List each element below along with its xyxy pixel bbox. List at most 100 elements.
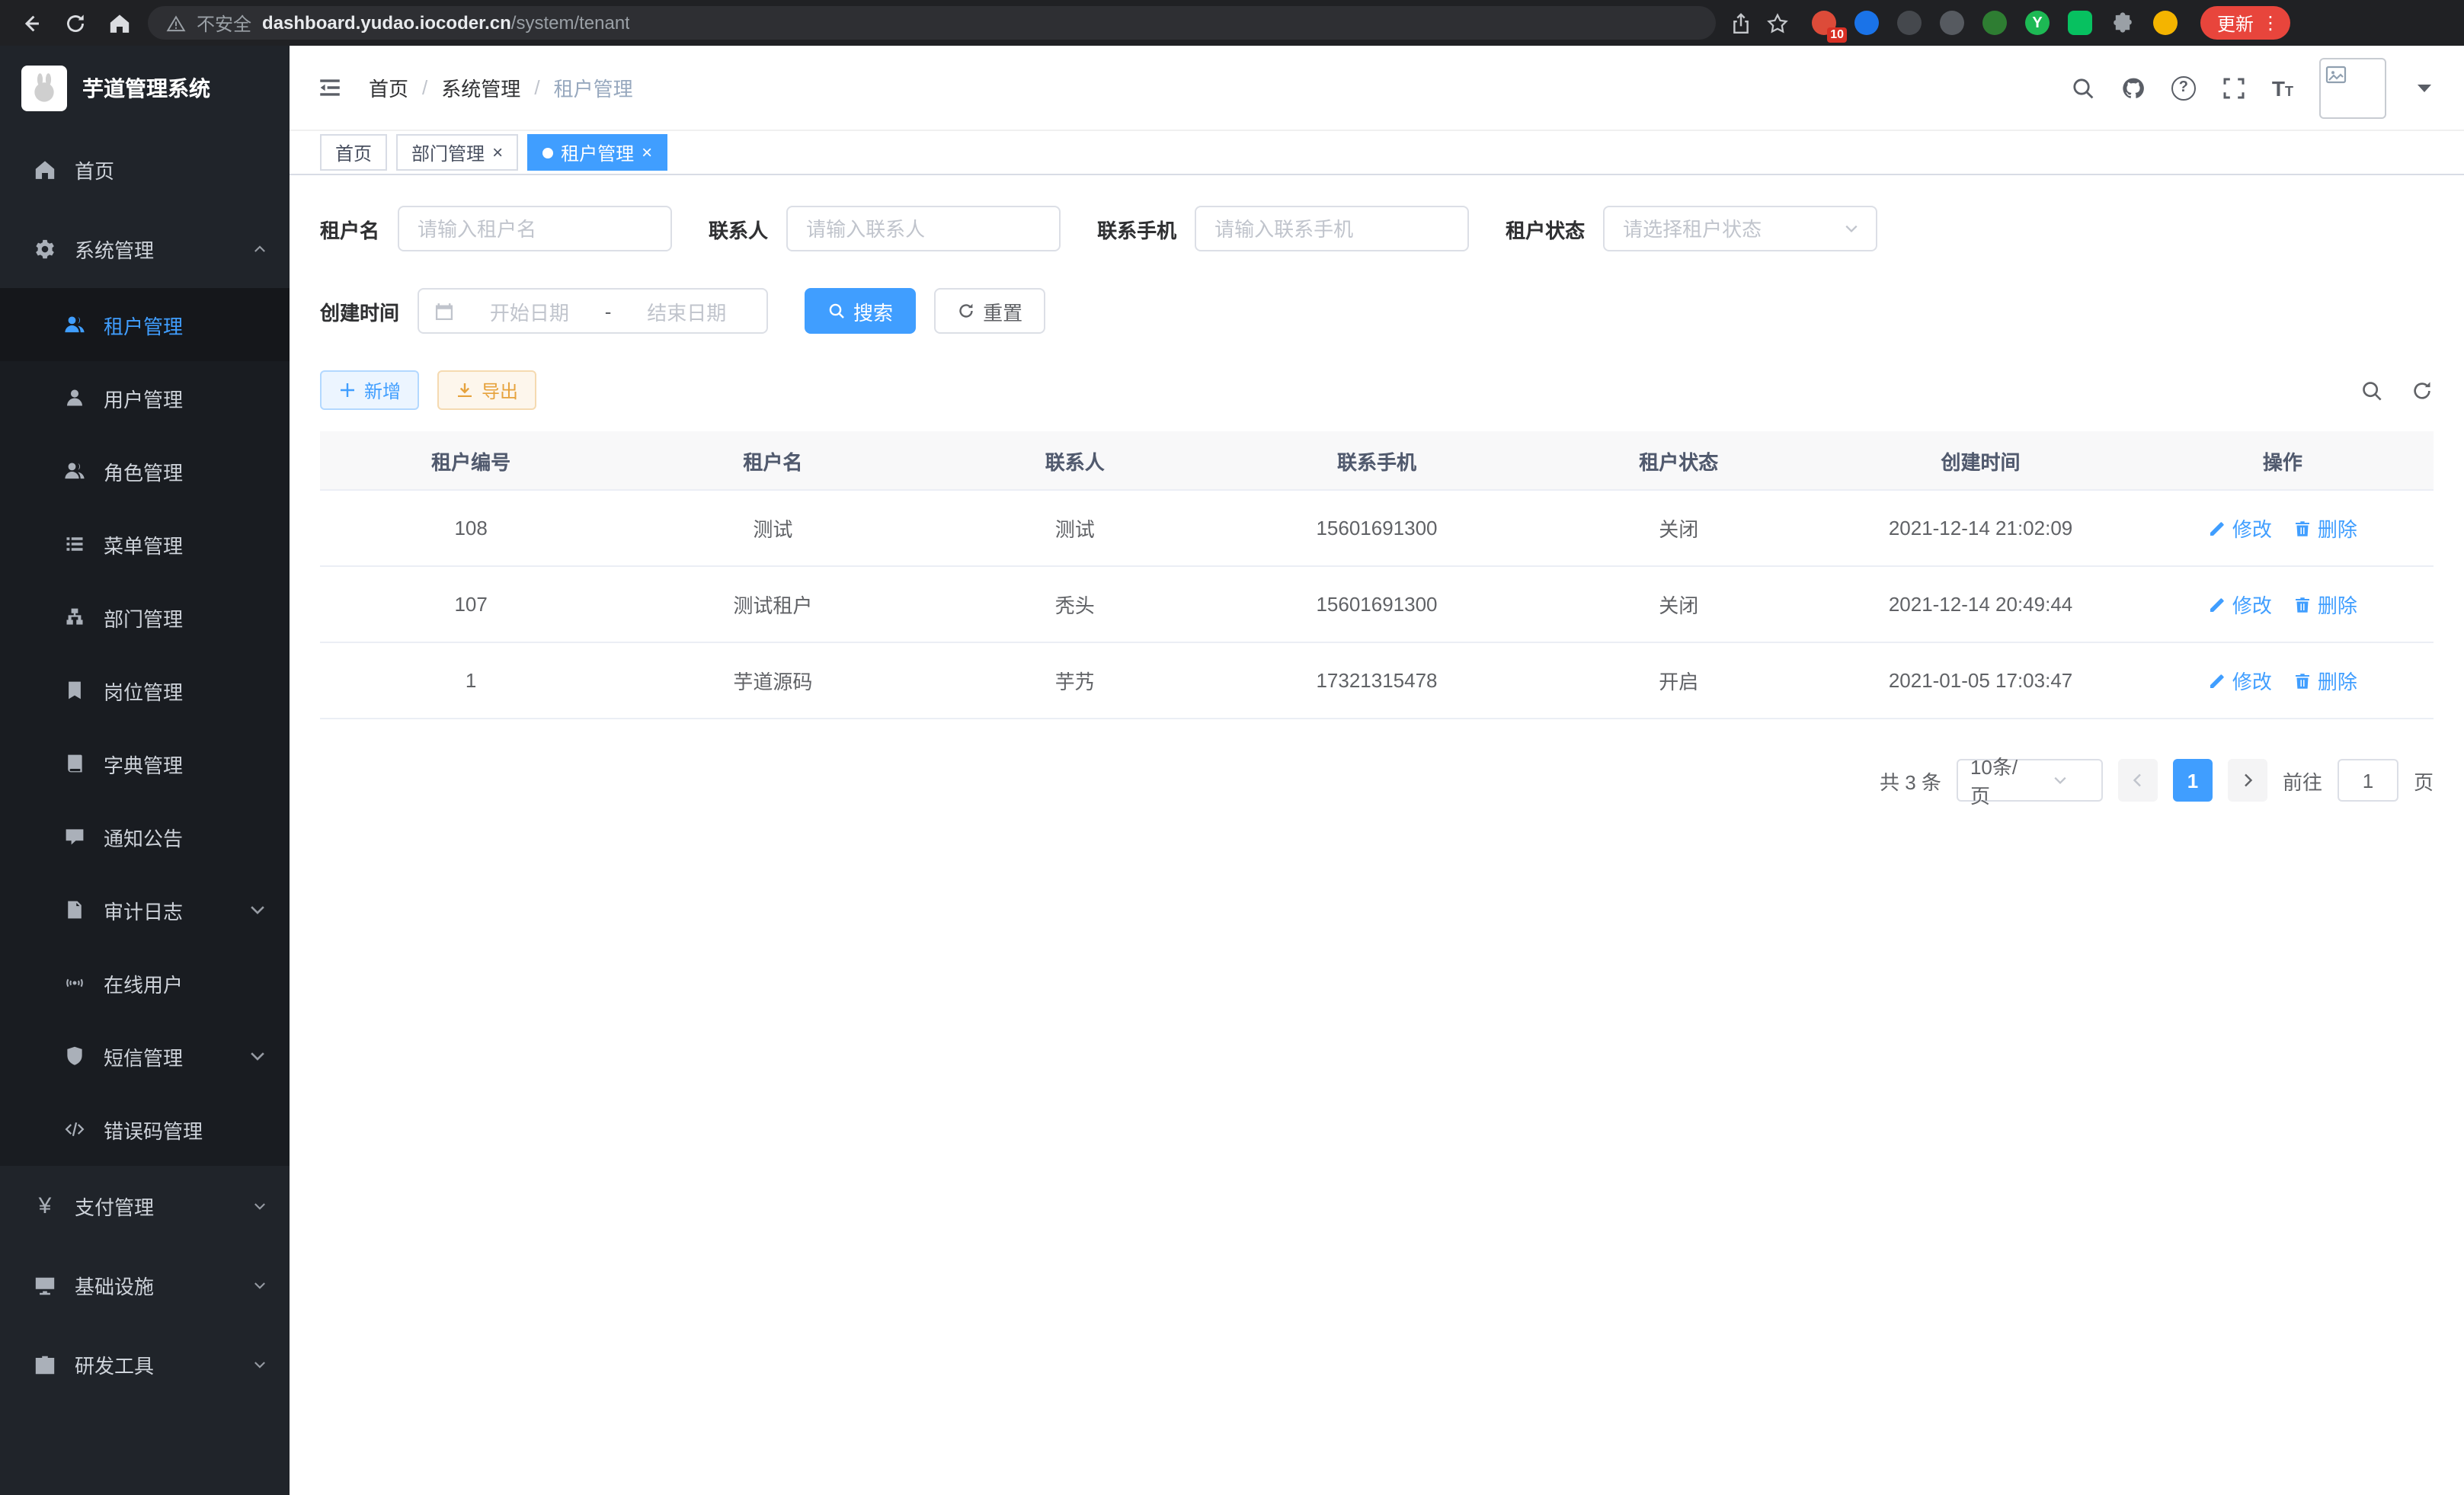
users-icon <box>64 314 85 335</box>
security-label[interactable]: 不安全 <box>197 10 251 36</box>
search-button[interactable]: 搜索 <box>805 288 916 334</box>
extension-dark-2[interactable] <box>1940 11 1964 35</box>
page-number-1[interactable]: 1 <box>2173 759 2213 802</box>
chat-icon <box>64 826 85 847</box>
sidebar-item-tenant[interactable]: 租户管理 <box>0 288 290 361</box>
extension-blue[interactable] <box>1854 11 1879 35</box>
collapse-sidebar-icon[interactable] <box>317 75 343 101</box>
sidebar-item-dev-tool[interactable]: 研发工具 <box>0 1324 290 1404</box>
refresh-table-icon[interactable] <box>2411 379 2434 402</box>
fullscreen-icon[interactable] <box>2222 75 2246 100</box>
tab-close-icon[interactable]: × <box>492 143 503 162</box>
tab-home[interactable]: 首页 <box>320 134 387 171</box>
tab-close-icon[interactable]: × <box>642 143 652 162</box>
font-size-icon[interactable]: TT <box>2272 77 2293 98</box>
sidebar-item-menu[interactable]: 菜单管理 <box>0 507 290 581</box>
topbar: 首页 / 系统管理 / 租户管理 ? TT <box>290 46 2464 131</box>
sidebar-item-label: 通知公告 <box>104 822 183 851</box>
extension-dark-1[interactable] <box>1897 11 1922 35</box>
page-size-select[interactable]: 10条/页 <box>1957 759 2103 802</box>
status-select[interactable] <box>1603 206 1877 251</box>
url-path[interactable]: /system/tenant <box>511 12 630 34</box>
breadcrumb-separator: / <box>534 76 539 99</box>
edit-link[interactable]: 修改 <box>2208 666 2272 695</box>
sidebar-item-error-code[interactable]: 错误码管理 <box>0 1093 290 1166</box>
sidebar-item-pay[interactable]: ¥支付管理 <box>0 1166 290 1245</box>
sidebar-item-system[interactable]: 系统管理 <box>0 209 290 288</box>
status-select-input[interactable] <box>1620 216 1832 242</box>
edit-link[interactable]: 修改 <box>2208 590 2272 619</box>
sidebar-item-dict[interactable]: 字典管理 <box>0 727 290 800</box>
extension-green-y[interactable]: Y <box>2025 11 2050 35</box>
contact-input[interactable] <box>803 216 1044 242</box>
contact-label: 联系人 <box>709 214 768 243</box>
browser-back-icon[interactable] <box>15 8 46 38</box>
app-shell: 芋道管理系统 首页系统管理租户管理用户管理角色管理菜单管理部门管理岗位管理字典管… <box>0 46 2464 1495</box>
github-icon[interactable] <box>2121 75 2146 100</box>
badge-icon <box>64 680 85 701</box>
sidebar-item-infra[interactable]: 基础设施 <box>0 1245 290 1324</box>
toggle-search-icon[interactable] <box>2360 379 2383 402</box>
start-date-placeholder[interactable]: 开始日期 <box>465 296 594 325</box>
browser-update-button[interactable]: 更新 ⋮ <box>2200 6 2290 40</box>
edit-link[interactable]: 修改 <box>2208 514 2272 543</box>
security-warning-icon[interactable] <box>166 13 186 33</box>
cell-contact: 测试 <box>924 490 1226 566</box>
prev-page-button[interactable] <box>2118 759 2158 802</box>
browser-home-icon[interactable] <box>104 8 134 38</box>
sidebar-item-label: 字典管理 <box>104 749 183 778</box>
extension-green-1[interactable] <box>1982 11 2007 35</box>
delete-link[interactable]: 删除 <box>2293 666 2357 695</box>
search-icon[interactable] <box>2071 75 2095 100</box>
sidebar-item-post[interactable]: 岗位管理 <box>0 654 290 727</box>
breadcrumb-home[interactable]: 首页 <box>369 73 408 102</box>
phone-input[interactable] <box>1211 216 1452 242</box>
user-icon <box>64 387 85 408</box>
end-date-placeholder[interactable]: 结束日期 <box>622 296 751 325</box>
breadcrumb-system[interactable]: 系统管理 <box>441 73 520 102</box>
tenant-name-input[interactable] <box>414 216 655 242</box>
export-button[interactable]: 导出 <box>437 370 536 410</box>
extension-red[interactable]: 10 <box>1812 11 1836 35</box>
sidebar-item-label: 岗位管理 <box>104 676 183 705</box>
delete-link[interactable]: 删除 <box>2293 590 2357 619</box>
refresh-icon <box>957 302 975 320</box>
sidebar-item-sms[interactable]: 短信管理 <box>0 1020 290 1093</box>
tab-tenant[interactable]: 租户管理× <box>527 134 667 171</box>
date-range-picker[interactable]: 开始日期 - 结束日期 <box>418 288 768 334</box>
profile-avatar[interactable] <box>2153 11 2178 35</box>
tenant-name-label: 租户名 <box>320 214 379 243</box>
goto-page-input[interactable] <box>2338 759 2398 802</box>
tab-dept[interactable]: 部门管理× <box>396 134 518 171</box>
reset-button[interactable]: 重置 <box>934 288 1045 334</box>
sidebar-item-online-user[interactable]: 在线用户 <box>0 946 290 1020</box>
sidebar-item-dept[interactable]: 部门管理 <box>0 581 290 654</box>
url-domain[interactable]: dashboard.yudao.iocoder.cn <box>262 12 511 34</box>
sidebar-item-role[interactable]: 角色管理 <box>0 434 290 507</box>
next-page-button[interactable] <box>2228 759 2267 802</box>
sidebar-item-label: 系统管理 <box>75 234 154 263</box>
avatar-caret-icon[interactable] <box>2412 75 2437 100</box>
browser-chrome: 不安全 dashboard.yudao.iocoder.cn/system/te… <box>0 0 2464 46</box>
book-icon <box>64 753 85 774</box>
address-bar[interactable]: 不安全 dashboard.yudao.iocoder.cn/system/te… <box>148 6 1716 40</box>
column-header-5: 创建时间 <box>1829 431 2131 490</box>
sidebar-item-user[interactable]: 用户管理 <box>0 361 290 434</box>
extension-green-chat[interactable] <box>2068 11 2092 35</box>
add-button[interactable]: 新增 <box>320 370 419 410</box>
sidebar-item-audit-log[interactable]: 审计日志 <box>0 873 290 946</box>
bookmark-star-icon[interactable] <box>1766 11 1789 34</box>
sidebar-item-notice[interactable]: 通知公告 <box>0 800 290 873</box>
user-avatar[interactable] <box>2319 57 2386 118</box>
share-icon[interactable] <box>1730 11 1752 34</box>
browser-menu-icon[interactable]: ⋮ <box>2261 12 2280 34</box>
extensions-puzzle[interactable] <box>2110 11 2135 35</box>
filter-row-1: 租户名 联系人 联系手机 租户状态 <box>320 206 2434 251</box>
date-separator: - <box>605 299 612 322</box>
browser-reload-icon[interactable] <box>59 8 90 38</box>
sidebar-item-home[interactable]: 首页 <box>0 130 290 209</box>
help-icon[interactable]: ? <box>2171 75 2196 100</box>
logo-row[interactable]: 芋道管理系统 <box>0 46 290 130</box>
delete-link[interactable]: 删除 <box>2293 514 2357 543</box>
chevron-down-icon <box>247 1045 268 1067</box>
